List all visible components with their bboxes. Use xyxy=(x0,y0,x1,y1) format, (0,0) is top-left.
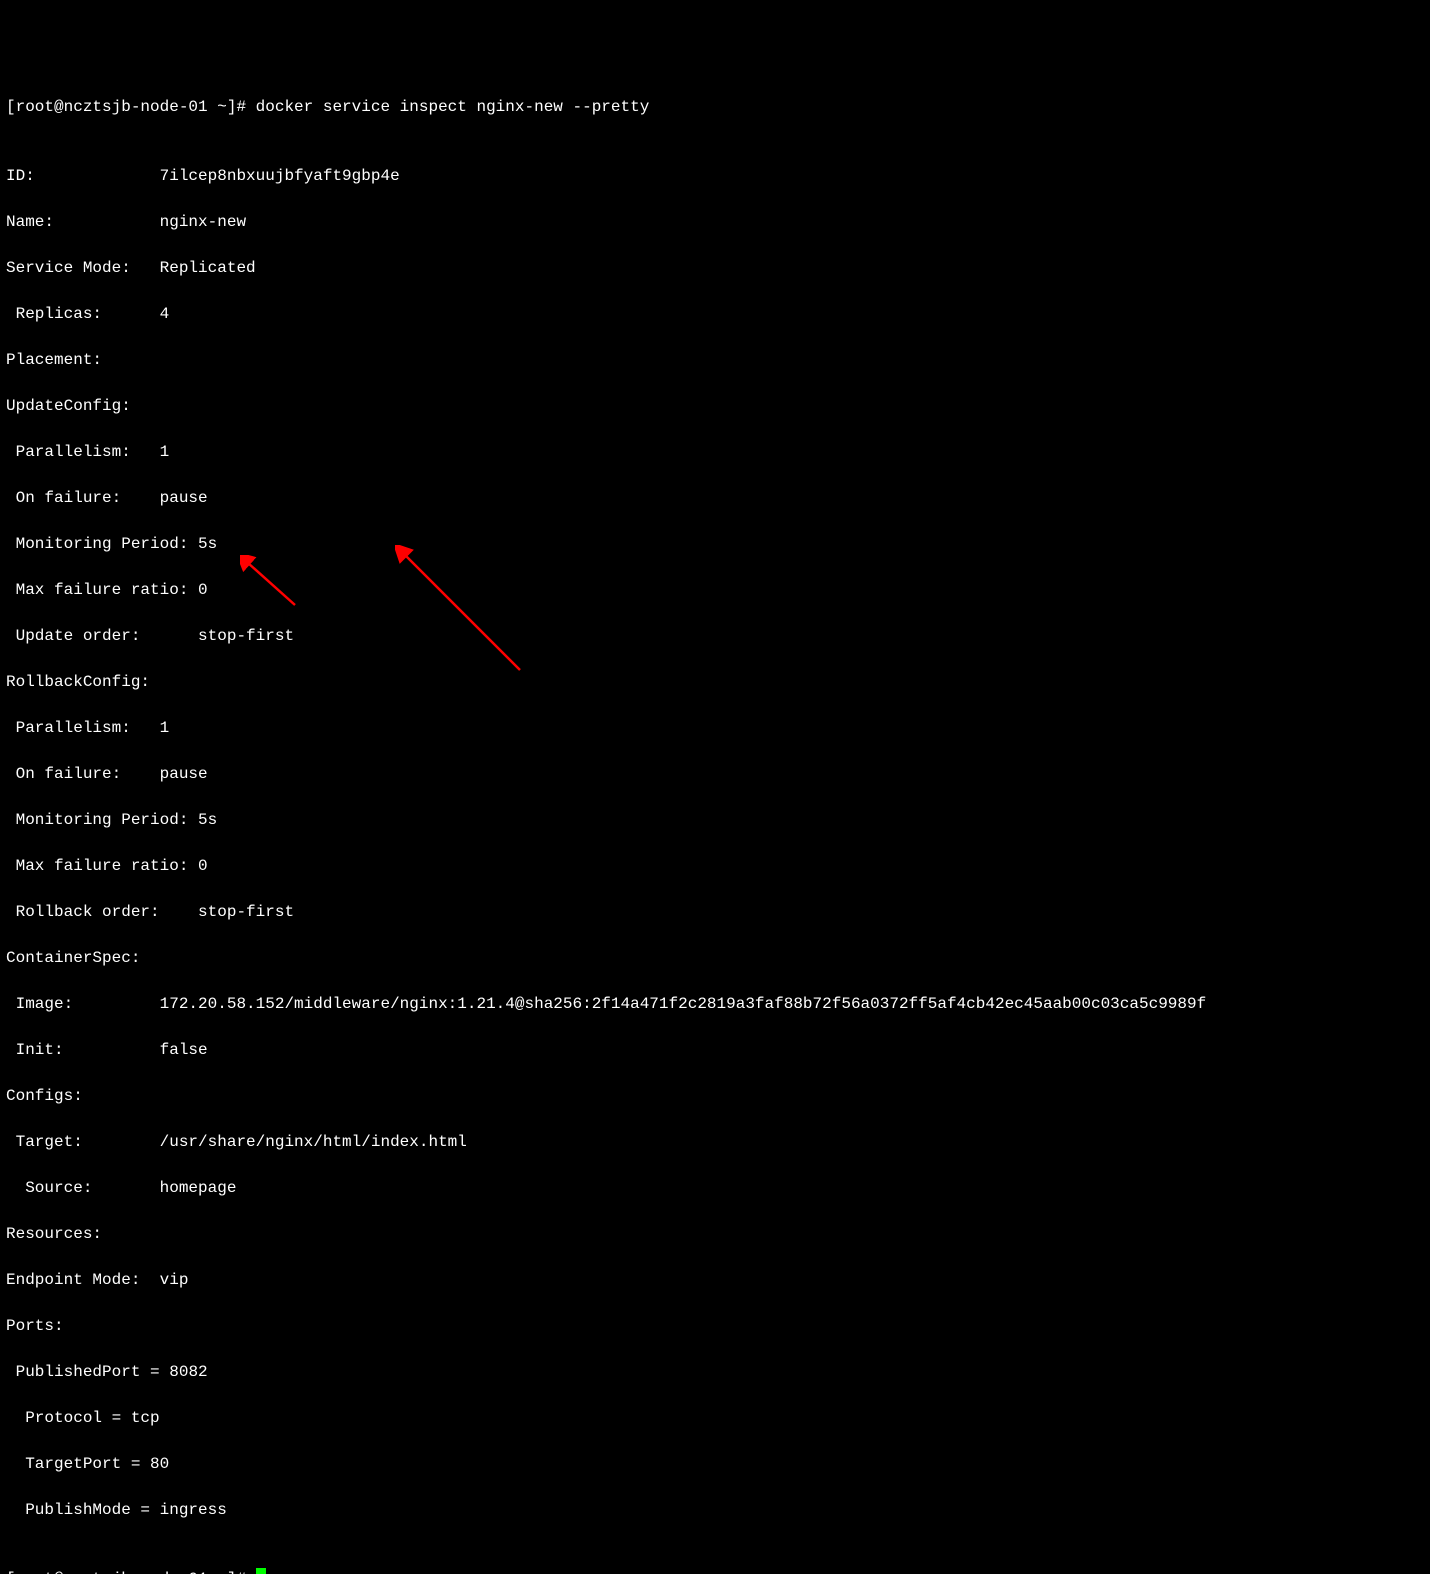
u-maxfail-line: Max failure ratio: 0 xyxy=(6,579,1424,602)
r-monitor-label: Monitoring Period: xyxy=(6,811,198,829)
u-order-line: Update order: stop-first xyxy=(6,625,1424,648)
image-label: Image: xyxy=(6,995,160,1013)
r-fail-label: On failure: xyxy=(6,765,160,783)
name-value: nginx-new xyxy=(160,213,246,231)
replicas-line: Replicas: 4 xyxy=(6,303,1424,326)
tgtport-label: TargetPort = xyxy=(6,1455,150,1473)
rollbackconfig-line: RollbackConfig: xyxy=(6,671,1424,694)
u-parallel-value: 1 xyxy=(160,443,170,461)
proto-line: Protocol = tcp xyxy=(6,1407,1424,1430)
r-maxfail-line: Max failure ratio: 0 xyxy=(6,855,1424,878)
cursor-icon xyxy=(256,1568,266,1574)
mode-label: Service Mode: xyxy=(6,259,160,277)
command-text: docker service inspect nginx-new --prett… xyxy=(256,98,650,116)
updateconfig-line: UpdateConfig: xyxy=(6,395,1424,418)
r-monitor-value: 5s xyxy=(198,811,217,829)
image-value: 172.20.58.152/middleware/nginx:1.21.4@sh… xyxy=(160,995,1207,1013)
name-line: Name: nginx-new xyxy=(6,211,1424,234)
proto-value: tcp xyxy=(131,1409,160,1427)
source-line: Source: homepage xyxy=(6,1177,1424,1200)
u-monitor-value: 5s xyxy=(198,535,217,553)
u-fail-label: On failure: xyxy=(6,489,160,507)
containerspec-line: ContainerSpec: xyxy=(6,947,1424,970)
r-parallel-label: Parallelism: xyxy=(6,719,160,737)
u-monitor-label: Monitoring Period: xyxy=(6,535,198,553)
command-line[interactable]: [root@ncztsjb-node-01 ~]# docker service… xyxy=(6,96,1424,119)
u-parallel-label: Parallelism: xyxy=(6,443,160,461)
pubport-label: PublishedPort = xyxy=(6,1363,169,1381)
target-value: /usr/share/nginx/html/index.html xyxy=(160,1133,467,1151)
r-order-value: stop-first xyxy=(198,903,294,921)
tgtport-line: TargetPort = 80 xyxy=(6,1453,1424,1476)
u-maxfail-value: 0 xyxy=(198,581,208,599)
placement-line: Placement: xyxy=(6,349,1424,372)
source-value: homepage xyxy=(160,1179,237,1197)
replicas-value: 4 xyxy=(160,305,170,323)
mode-line: Service Mode: Replicated xyxy=(6,257,1424,280)
prompt: [root@ncztsjb-node-01 ~]# xyxy=(6,98,256,116)
proto-label: Protocol = xyxy=(6,1409,131,1427)
pubmode-label: PublishMode = xyxy=(6,1501,160,1519)
init-label: Init: xyxy=(6,1041,160,1059)
r-order-line: Rollback order: stop-first xyxy=(6,901,1424,924)
u-parallel-line: Parallelism: 1 xyxy=(6,441,1424,464)
id-value: 7ilcep8nbxuujbfyaft9gbp4e xyxy=(160,167,400,185)
prompt-line[interactable]: [root@ncztsjb-node-01 ~]# xyxy=(6,1568,1424,1574)
pubmode-value: ingress xyxy=(160,1501,227,1519)
name-label: Name: xyxy=(6,213,160,231)
u-maxfail-label: Max failure ratio: xyxy=(6,581,198,599)
u-fail-line: On failure: pause xyxy=(6,487,1424,510)
target-label: Target: xyxy=(6,1133,160,1151)
configs-line: Configs: xyxy=(6,1085,1424,1108)
r-parallel-value: 1 xyxy=(160,719,170,737)
r-monitor-line: Monitoring Period: 5s xyxy=(6,809,1424,832)
r-order-label: Rollback order: xyxy=(6,903,198,921)
r-parallel-line: Parallelism: 1 xyxy=(6,717,1424,740)
tgtport-value: 80 xyxy=(150,1455,169,1473)
target-line: Target: /usr/share/nginx/html/index.html xyxy=(6,1131,1424,1154)
id-label: ID: xyxy=(6,167,160,185)
pubport-line: PublishedPort = 8082 xyxy=(6,1361,1424,1384)
r-maxfail-value: 0 xyxy=(198,857,208,875)
endpoint-line: Endpoint Mode: vip xyxy=(6,1269,1424,1292)
mode-value: Replicated xyxy=(160,259,256,277)
endpoint-label: Endpoint Mode: xyxy=(6,1271,160,1289)
init-line: Init: false xyxy=(6,1039,1424,1062)
prompt: [root@ncztsjb-node-01 ~]# xyxy=(6,1570,256,1574)
pubport-value: 8082 xyxy=(169,1363,207,1381)
r-fail-value: pause xyxy=(160,765,208,783)
r-fail-line: On failure: pause xyxy=(6,763,1424,786)
id-line: ID: 7ilcep8nbxuujbfyaft9gbp4e xyxy=(6,165,1424,188)
annotation-arrow-icon xyxy=(395,545,525,675)
image-line: Image: 172.20.58.152/middleware/nginx:1.… xyxy=(6,993,1424,1016)
replicas-label: Replicas: xyxy=(6,305,160,323)
endpoint-value: vip xyxy=(160,1271,189,1289)
u-order-label: Update order: xyxy=(6,627,198,645)
init-value: false xyxy=(160,1041,208,1059)
u-order-value: stop-first xyxy=(198,627,294,645)
pubmode-line: PublishMode = ingress xyxy=(6,1499,1424,1522)
resources-line: Resources: xyxy=(6,1223,1424,1246)
source-label: Source: xyxy=(6,1179,160,1197)
ports-line: Ports: xyxy=(6,1315,1424,1338)
u-fail-value: pause xyxy=(160,489,208,507)
r-maxfail-label: Max failure ratio: xyxy=(6,857,198,875)
u-monitor-line: Monitoring Period: 5s xyxy=(6,533,1424,556)
